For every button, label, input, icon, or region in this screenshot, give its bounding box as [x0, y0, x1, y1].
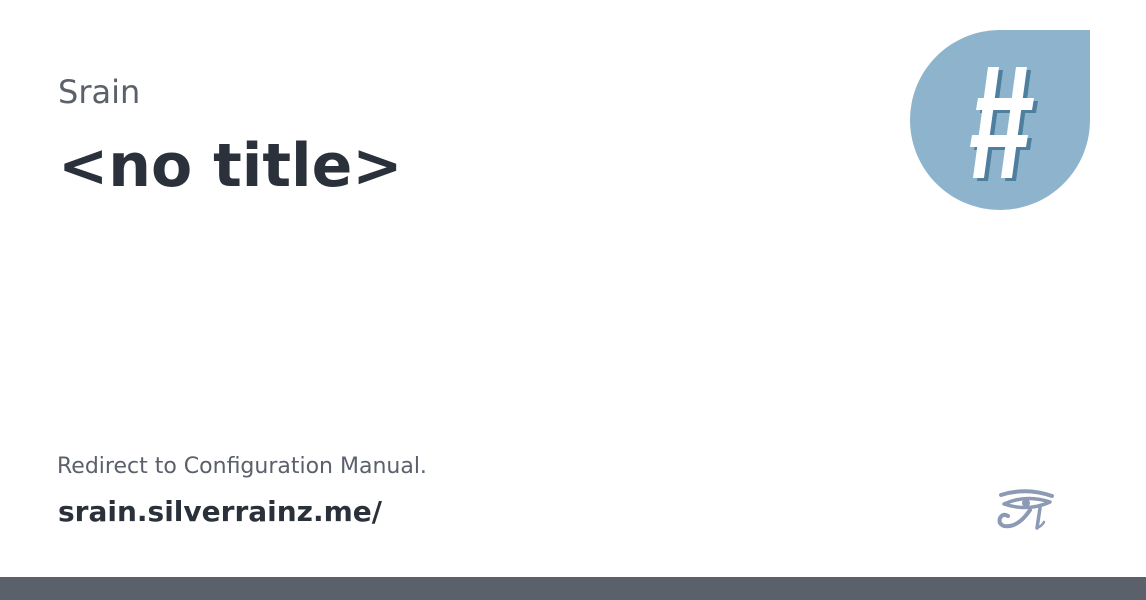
page-description: Redirect to Configuration Manual. — [57, 454, 427, 479]
eye-of-horus-icon — [997, 489, 1054, 530]
footer-bar — [0, 577, 1146, 600]
page-title: <no title> — [58, 131, 403, 201]
site-name: Srain — [58, 73, 141, 111]
hash-logo-icon — [910, 30, 1090, 210]
site-url: srain.silverrainz.me/ — [58, 495, 383, 528]
social-card: Srain <no title> Redirect to Configurati… — [0, 0, 1146, 600]
